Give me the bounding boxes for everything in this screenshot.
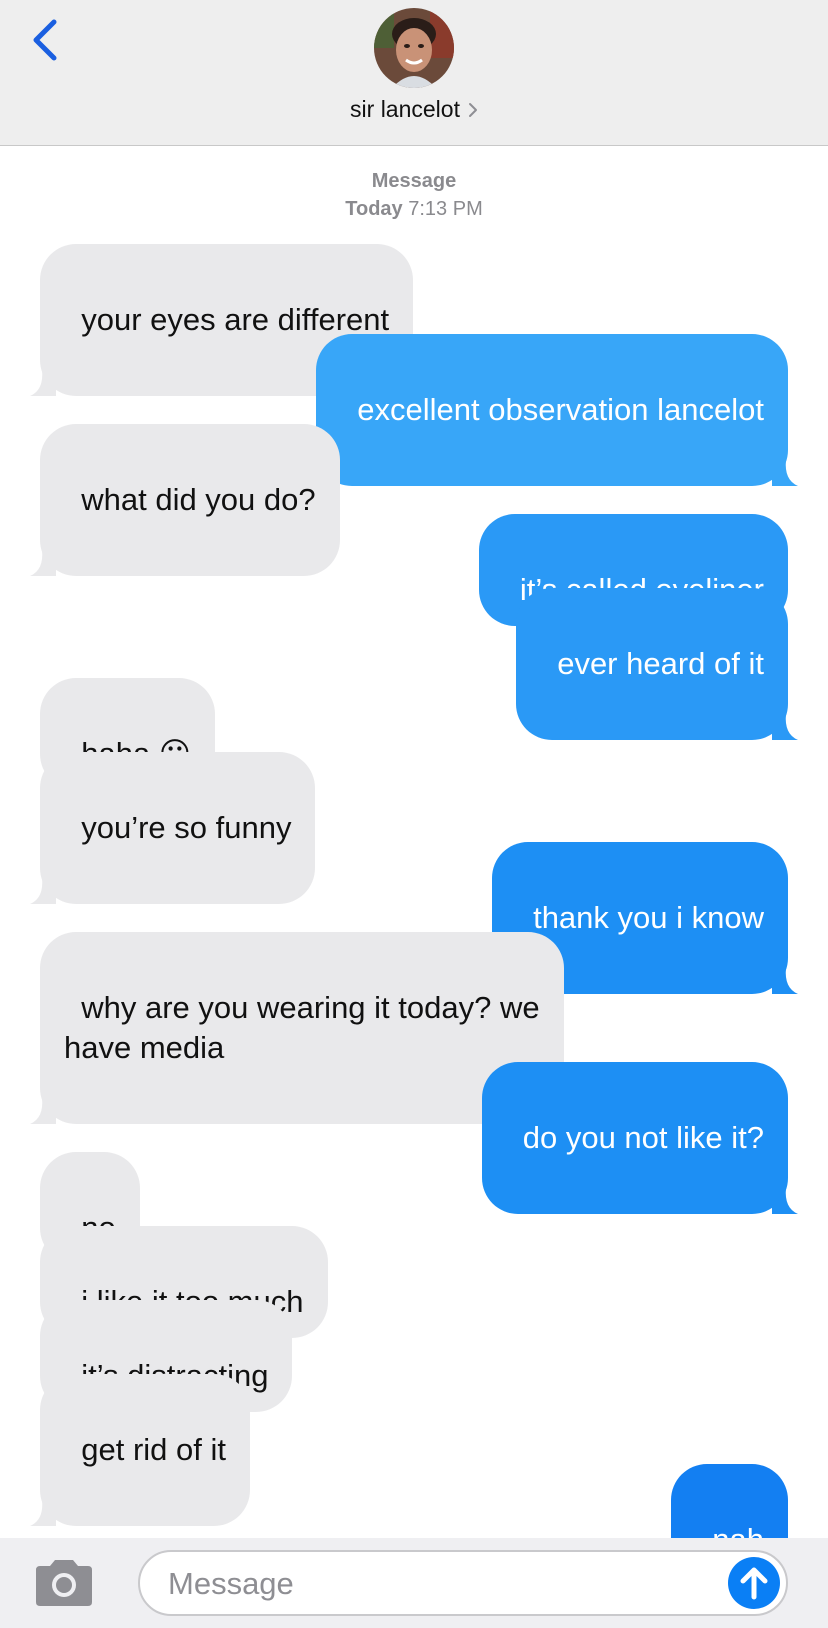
arrow-up-icon [740, 1567, 768, 1600]
camera-icon [36, 1560, 92, 1606]
message-input[interactable] [166, 1562, 710, 1606]
timestamp-day: Today [345, 198, 403, 220]
message-text: thank you i know [533, 900, 764, 935]
contact-avatar[interactable] [374, 8, 454, 88]
message-text: excellent observation lancelot [357, 392, 764, 427]
message-text: why are you wearing it today? we have me… [64, 990, 540, 1065]
message-text: ever heard of it [557, 646, 764, 681]
message-text: do you not like it? [522, 1120, 764, 1155]
bubble-tail [30, 1500, 56, 1526]
message-field [138, 1550, 788, 1616]
message-text: your eyes are different [81, 302, 390, 337]
service-label: Message [371, 170, 457, 192]
back-button[interactable] [28, 18, 68, 66]
send-button[interactable] [728, 1557, 780, 1609]
bubble-tail [30, 370, 56, 396]
message-bubble-sent[interactable]: excellent observation lancelot [316, 334, 798, 486]
chevron-right-icon [468, 103, 477, 117]
conversation-header: sir lancelot [0, 0, 828, 146]
bubble-tail [772, 968, 798, 994]
message-composer [0, 1538, 828, 1628]
message-text: get rid of it [81, 1432, 226, 1467]
bubble-tail [772, 714, 798, 740]
contact-name: sir lancelot [350, 96, 460, 122]
chevron-left-icon [33, 19, 57, 61]
bubble-tail [772, 1188, 798, 1214]
message-bubble-sent[interactable]: ever heard of it [515, 588, 798, 740]
message-bubble-received[interactable]: you’re so funny [30, 752, 316, 904]
message-bubble-received[interactable]: get rid of it [30, 1374, 250, 1526]
message-text: what did you do? [81, 482, 316, 517]
bubble-tail [30, 878, 56, 904]
camera-button[interactable] [32, 1558, 96, 1608]
bubble-tail [772, 460, 798, 486]
avatar-photo [374, 8, 454, 88]
message-timestamp: Today 7:13 PM [0, 198, 828, 221]
timestamp-time: 7:13 PM [408, 198, 483, 220]
message-bubble-received[interactable]: what did you do? [30, 424, 340, 576]
bubble-tail [30, 550, 56, 576]
message-text: you’re so funny [81, 810, 292, 845]
message-bubble-sent[interactable]: do you not like it? [481, 1062, 798, 1214]
bubble-tail [30, 1098, 56, 1124]
contact-name-button[interactable]: sir lancelot [0, 96, 828, 123]
